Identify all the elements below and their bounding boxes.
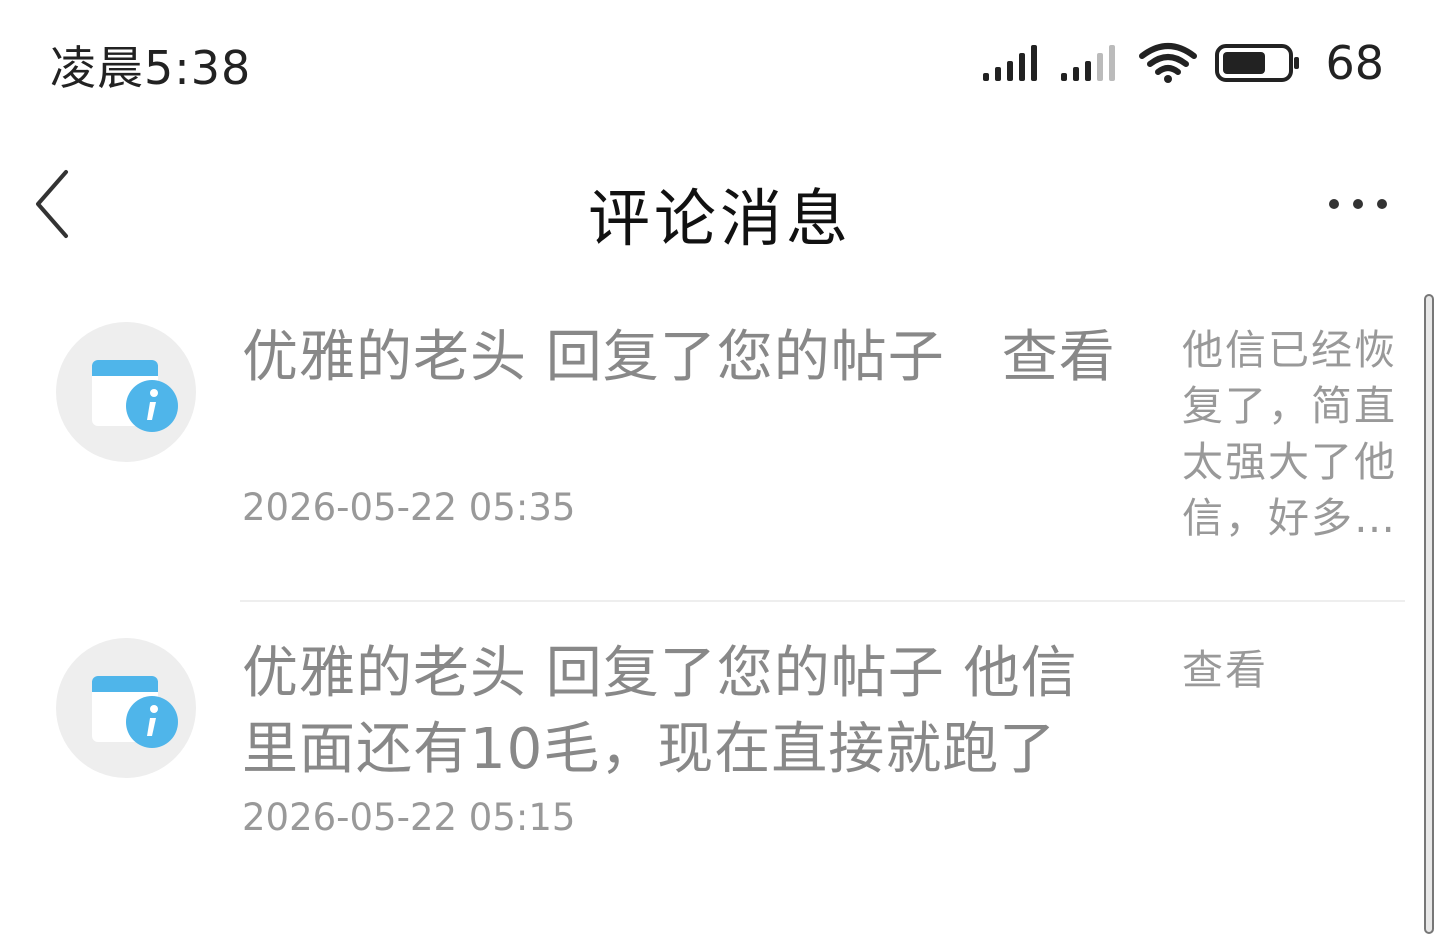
header: 评论消息 (0, 140, 1440, 270)
message-time: 2026-05-22 05:35 (242, 486, 576, 529)
message-text: 优雅的老头 回复了您的帖子 查看 (242, 325, 1116, 390)
notification-info-icon (92, 360, 178, 432)
signal-icon (1061, 43, 1121, 83)
avatar (56, 322, 196, 462)
signal-icon (983, 43, 1043, 83)
more-horizontal-icon (1329, 199, 1387, 209)
message-text: 优雅的老头 回复了您的帖子 他信里面还有10毛，现在直接就跑了 (242, 641, 1078, 782)
battery-level: 68 (1325, 36, 1384, 90)
status-time: 凌晨5:38 (50, 41, 252, 95)
message-preview: 他信已经恢复了，简直太强大了他信，好多… (1182, 326, 1397, 542)
notification-info-icon (92, 676, 178, 748)
message-time: 2026-05-22 05:15 (242, 796, 576, 839)
list-item[interactable]: 优雅的老头 回复了您的帖子 查看 2026-05-22 05:35 他信已经恢复… (0, 290, 1420, 602)
message-list: 优雅的老头 回复了您的帖子 查看 2026-05-22 05:35 他信已经恢复… (0, 290, 1420, 912)
status-bar: 凌晨5:38 68 (0, 0, 1440, 120)
scrollbar[interactable] (1424, 294, 1434, 934)
page-title: 评论消息 (587, 182, 852, 255)
avatar (56, 638, 196, 778)
more-button[interactable] (1328, 192, 1388, 216)
list-item[interactable]: 优雅的老头 回复了您的帖子 他信里面还有10毛，现在直接就跑了 2026-05-… (0, 602, 1420, 912)
wifi-icon (1139, 42, 1198, 84)
status-icons: 68 (983, 36, 1384, 90)
battery-icon (1215, 43, 1301, 83)
view-link[interactable]: 查看 (1182, 642, 1398, 698)
